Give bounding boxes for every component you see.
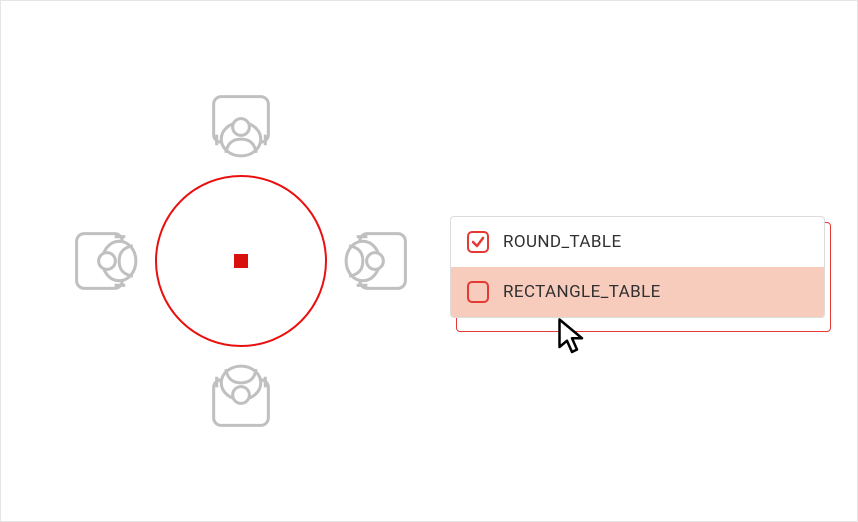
seat-left [69, 223, 145, 299]
table-type-dropdown: ROUND_TABLE RECTANGLE_TABLE [450, 216, 825, 318]
cursor-pointer-icon [557, 317, 587, 357]
person-on-chair-icon [203, 357, 279, 433]
option-label: RECTANGLE_TABLE [503, 282, 661, 302]
round-table[interactable] [155, 175, 327, 347]
editor-canvas: ROUND_TABLE RECTANGLE_TABLE [0, 0, 858, 522]
checkbox-unchecked-icon [467, 281, 489, 303]
seat-right [337, 223, 413, 299]
person-on-chair-icon [337, 223, 413, 299]
seat-bottom [203, 357, 279, 433]
table-center-handle[interactable] [234, 254, 248, 268]
option-rectangle-table[interactable]: RECTANGLE_TABLE [451, 267, 824, 317]
seat-top [203, 89, 279, 165]
option-label: ROUND_TABLE [503, 232, 622, 252]
checkbox-checked-icon [467, 231, 489, 253]
dropdown-panel: ROUND_TABLE RECTANGLE_TABLE [450, 216, 825, 318]
option-round-table[interactable]: ROUND_TABLE [451, 217, 824, 267]
person-on-chair-icon [203, 89, 279, 165]
person-on-chair-icon [69, 223, 145, 299]
